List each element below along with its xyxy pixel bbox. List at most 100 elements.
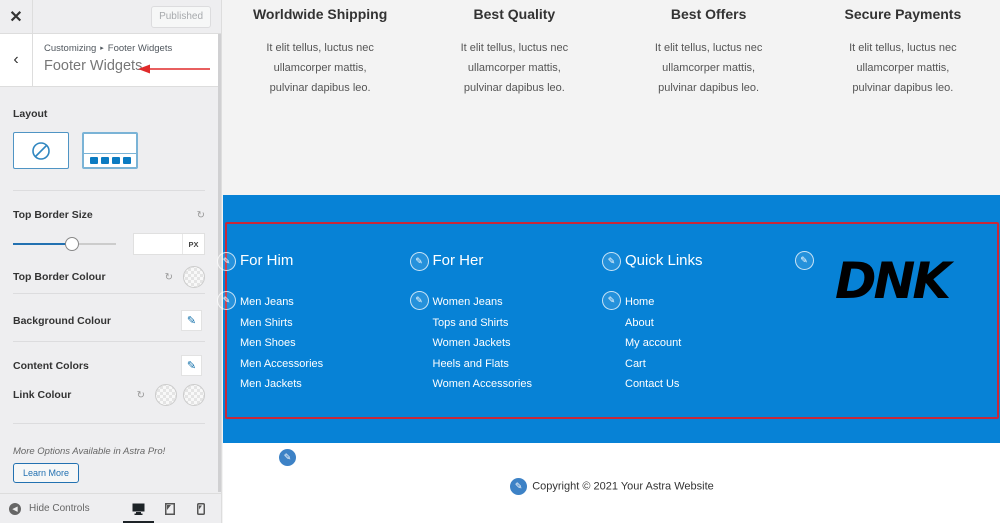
mobile-icon — [196, 502, 205, 515]
site-preview: Worldwide Shipping It elit tellus, luctu… — [217, 0, 1000, 523]
hide-controls-button[interactable]: ◀ Hide Controls — [0, 502, 123, 515]
unit-label: PX — [182, 234, 204, 254]
tablet-icon — [164, 502, 175, 515]
feature-title: Worldwide Shipping — [252, 6, 388, 22]
footer-widget-quick-links: ✎ Quick Links ✎ Home About My account Ca… — [602, 224, 805, 417]
widget-link[interactable]: Heels and Flats — [433, 354, 613, 375]
learn-more-button[interactable]: Learn More — [13, 463, 79, 483]
hide-controls-label: Hide Controls — [29, 503, 90, 514]
top-border-size-label: Top Border Size — [13, 209, 93, 221]
footer-widget-logo: ✎ DNK — [794, 224, 998, 417]
pro-note: More Options Available in Astra Pro! — [13, 446, 166, 457]
widget-link[interactable]: Men Jeans — [240, 292, 420, 313]
widget-link[interactable]: Women Accessories — [433, 374, 613, 395]
widget-link[interactable]: Cart — [625, 354, 805, 375]
breadcrumb: Customizing ▸ Footer Widgets — [44, 43, 218, 54]
edit-copyright-pencil-icon[interactable]: ✎ — [509, 477, 529, 496]
widget-title: For Her — [432, 252, 484, 269]
pencil-icon: ✎ — [186, 360, 197, 372]
widget-link[interactable]: Contact Us — [625, 374, 805, 395]
logo-text: DNK — [835, 252, 954, 309]
copyright-text: Copyright © 2021 Your Astra Website — [532, 480, 714, 493]
desktop-icon — [132, 503, 145, 515]
desktop-preview-button[interactable] — [123, 494, 154, 523]
reset-icon[interactable]: ↻ — [165, 272, 173, 283]
content-colors-edit-button[interactable]: ✎ — [181, 355, 202, 376]
divider — [13, 423, 205, 424]
layout-option-disabled[interactable] — [13, 132, 69, 169]
link-colour-label: Link Colour — [13, 389, 72, 401]
top-border-size-field[interactable] — [134, 234, 182, 254]
widget-title: For Him — [240, 252, 294, 269]
edit-menu-pencil-icon[interactable]: ✎ — [409, 291, 429, 310]
edit-widget-pencil-icon[interactable]: ✎ — [217, 252, 236, 271]
feature-title: Best Offers — [670, 6, 747, 22]
four-columns-icon — [89, 154, 131, 167]
slider-thumb[interactable] — [64, 237, 79, 251]
layout-label: Layout — [13, 108, 48, 120]
divider — [13, 190, 205, 191]
background-colour-edit-button[interactable]: ✎ — [181, 310, 202, 331]
widget-link-list: Men Jeans Men Shirts Men Shoes Men Acces… — [240, 292, 420, 395]
widget-link[interactable]: Men Jackets — [240, 374, 420, 395]
footer-widgets-area: ✎ For Him ✎ Men Jeans Men Shirts Men Sho… — [217, 195, 1000, 443]
widget-link[interactable]: About — [625, 313, 805, 334]
top-border-size-slider[interactable] — [13, 237, 116, 251]
edit-widget-pencil-icon[interactable]: ✎ — [602, 252, 621, 271]
dnk-logo: DNK — [835, 252, 957, 309]
widget-link[interactable]: Men Shirts — [240, 313, 420, 334]
footer-widgets-highlight: ✎ For Him ✎ Men Jeans Men Shirts Men Sho… — [217, 222, 999, 419]
widget-link[interactable]: My account — [625, 333, 805, 354]
tablet-preview-button[interactable] — [154, 494, 185, 523]
feature-text: It elit tellus, luctus nec ullamcorper m… — [654, 42, 763, 94]
top-border-colour-label: Top Border Colour — [13, 271, 106, 283]
reset-icon[interactable]: ↻ — [197, 210, 205, 221]
layout-options — [13, 132, 205, 169]
footer-widget-for-her: ✎ For Her ✎ Women Jeans Tops and Shirts … — [409, 224, 613, 417]
chevron-left-icon: ‹ — [13, 51, 19, 68]
device-preview-toggles — [123, 494, 216, 523]
feature-item: Best Quality It elit tellus, luctus nec … — [417, 0, 611, 195]
back-button[interactable]: ‹ — [0, 34, 33, 86]
widget-link[interactable]: Home — [625, 292, 805, 313]
feature-title: Secure Payments — [844, 6, 962, 22]
disabled-icon — [32, 141, 50, 160]
top-border-colour-swatch[interactable] — [183, 266, 205, 288]
close-customizer-button[interactable]: ✕ — [0, 0, 33, 34]
feature-title: Best Quality — [473, 6, 556, 22]
section-header: ‹ Customizing ▸ Footer Widgets Footer Widg… — [0, 34, 218, 87]
edit-widget-pencil-icon[interactable]: ✎ — [794, 251, 814, 270]
breadcrumb-root: Customizing — [44, 43, 97, 54]
mobile-preview-button[interactable] — [185, 494, 216, 523]
widget-link[interactable]: Women Jackets — [433, 333, 613, 354]
copyright-row: ✎ Copyright © 2021 Your Astra Website — [223, 477, 1000, 496]
edit-menu-pencil-icon[interactable]: ✎ — [602, 291, 621, 310]
layout-option-four-columns[interactable] — [82, 132, 138, 169]
feature-text: It elit tellus, luctus nec ullamcorper m… — [849, 42, 957, 94]
widget-link[interactable]: Men Accessories — [240, 354, 420, 375]
edit-menu-pencil-icon[interactable]: ✎ — [217, 291, 236, 310]
widget-link[interactable]: Tops and Shirts — [433, 313, 613, 334]
feature-item: Worldwide Shipping It elit tellus, luctu… — [223, 0, 417, 195]
breadcrumb-separator-icon: ▸ — [100, 45, 104, 52]
customizer-sidebar: ✕ Published ‹ Customizing ▸ Footer Widgets… — [0, 0, 222, 523]
edit-widget-pencil-icon[interactable]: ✎ — [409, 252, 429, 271]
features-section: Worldwide Shipping It elit tellus, luctu… — [223, 0, 1000, 195]
feature-text: It elit tellus, luctus nec ullamcorper m… — [460, 42, 569, 94]
collapse-icon: ◀ — [9, 502, 21, 515]
reset-icon[interactable]: ↻ — [137, 390, 145, 401]
link-hover-colour-swatch[interactable] — [183, 384, 205, 406]
sidebar-footer: ◀ Hide Controls — [0, 493, 221, 523]
sidebar-topbar: ✕ Published — [0, 0, 221, 34]
link-colour-swatch[interactable] — [155, 384, 177, 406]
breadcrumb-current: Footer Widgets — [107, 43, 173, 54]
divider — [13, 293, 205, 294]
edit-footer-bar-pencil-icon[interactable]: ✎ — [278, 448, 297, 467]
widget-link[interactable]: Men Shoes — [240, 333, 420, 354]
widget-link-list: Home About My account Cart Contact Us — [625, 292, 805, 395]
divider — [13, 341, 205, 342]
published-button[interactable]: Published — [151, 5, 211, 28]
widget-link[interactable]: Women Jeans — [433, 292, 613, 313]
copyright-bar: ✎ ✎ Copyright © 2021 Your Astra Website — [223, 443, 1000, 523]
widget-link-list: Women Jeans Tops and Shirts Women Jacket… — [433, 292, 613, 395]
